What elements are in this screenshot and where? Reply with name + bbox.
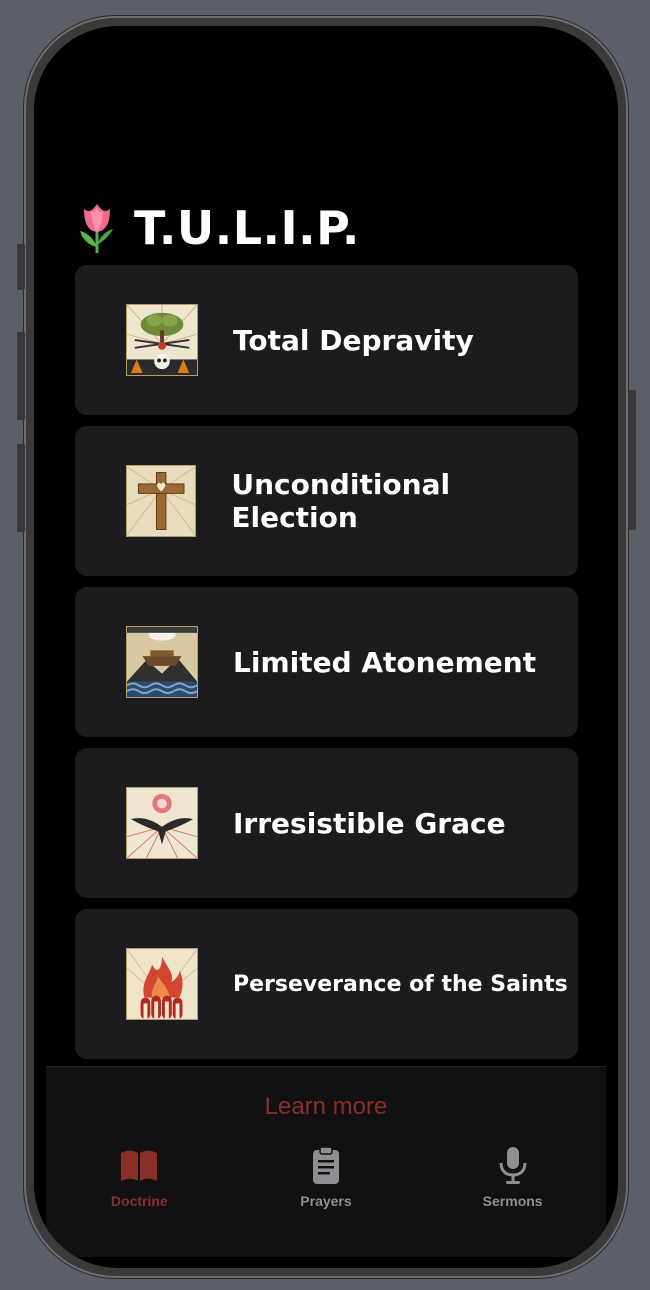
clipboard-icon xyxy=(312,1146,339,1184)
header: T.U.L.I.P. xyxy=(74,198,360,258)
card-label: Perseverance of the Saints xyxy=(233,971,568,997)
power-button xyxy=(628,390,636,530)
card-irresistible-grace[interactable]: Irresistible Grace xyxy=(75,748,578,898)
tulip-icon xyxy=(80,204,113,253)
tab-doctrine[interactable]: Doctrine xyxy=(69,1145,209,1209)
volume-down-button xyxy=(17,444,25,532)
flame-saints-image xyxy=(126,948,198,1020)
tree-skull-image xyxy=(126,304,198,376)
card-total-depravity[interactable]: Total Depravity xyxy=(75,265,578,415)
tab-sermons[interactable]: Sermons xyxy=(443,1145,583,1209)
card-label: Irresistible Grace xyxy=(233,806,506,840)
volume-up-button xyxy=(17,332,25,420)
dove-image xyxy=(126,787,198,859)
page-title: T.U.L.I.P. xyxy=(134,201,360,255)
tab-label: Sermons xyxy=(482,1193,543,1209)
tab-label: Doctrine xyxy=(110,1193,168,1209)
mute-switch xyxy=(17,244,25,290)
card-unconditional-election[interactable]: Unconditional Election xyxy=(75,426,578,576)
learn-more-link[interactable]: Learn more xyxy=(46,1093,606,1121)
card-label: Total Depravity xyxy=(233,323,474,357)
cross-image xyxy=(126,465,197,537)
tab-bar: Learn more Doctrine Prayers Sermons xyxy=(46,1066,606,1257)
card-label: Limited Atonement xyxy=(233,645,537,679)
book-icon xyxy=(121,1150,158,1181)
tabs: Doctrine Prayers Sermons xyxy=(46,1145,606,1209)
card-perseverance-of-the-saints[interactable]: Perseverance of the Saints xyxy=(75,909,578,1059)
card-label: Unconditional Election xyxy=(231,468,451,534)
microphone-icon xyxy=(499,1147,527,1184)
ark-image xyxy=(126,626,198,698)
tab-label: Prayers xyxy=(300,1193,352,1209)
screen: T.U.L.I.P. Total Depravity Unconditional… xyxy=(34,26,618,1268)
card-limited-atonement[interactable]: Limited Atonement xyxy=(75,587,578,737)
doctrine-list: Total Depravity Unconditional Election L… xyxy=(75,265,578,1070)
tab-prayers[interactable]: Prayers xyxy=(256,1145,396,1209)
